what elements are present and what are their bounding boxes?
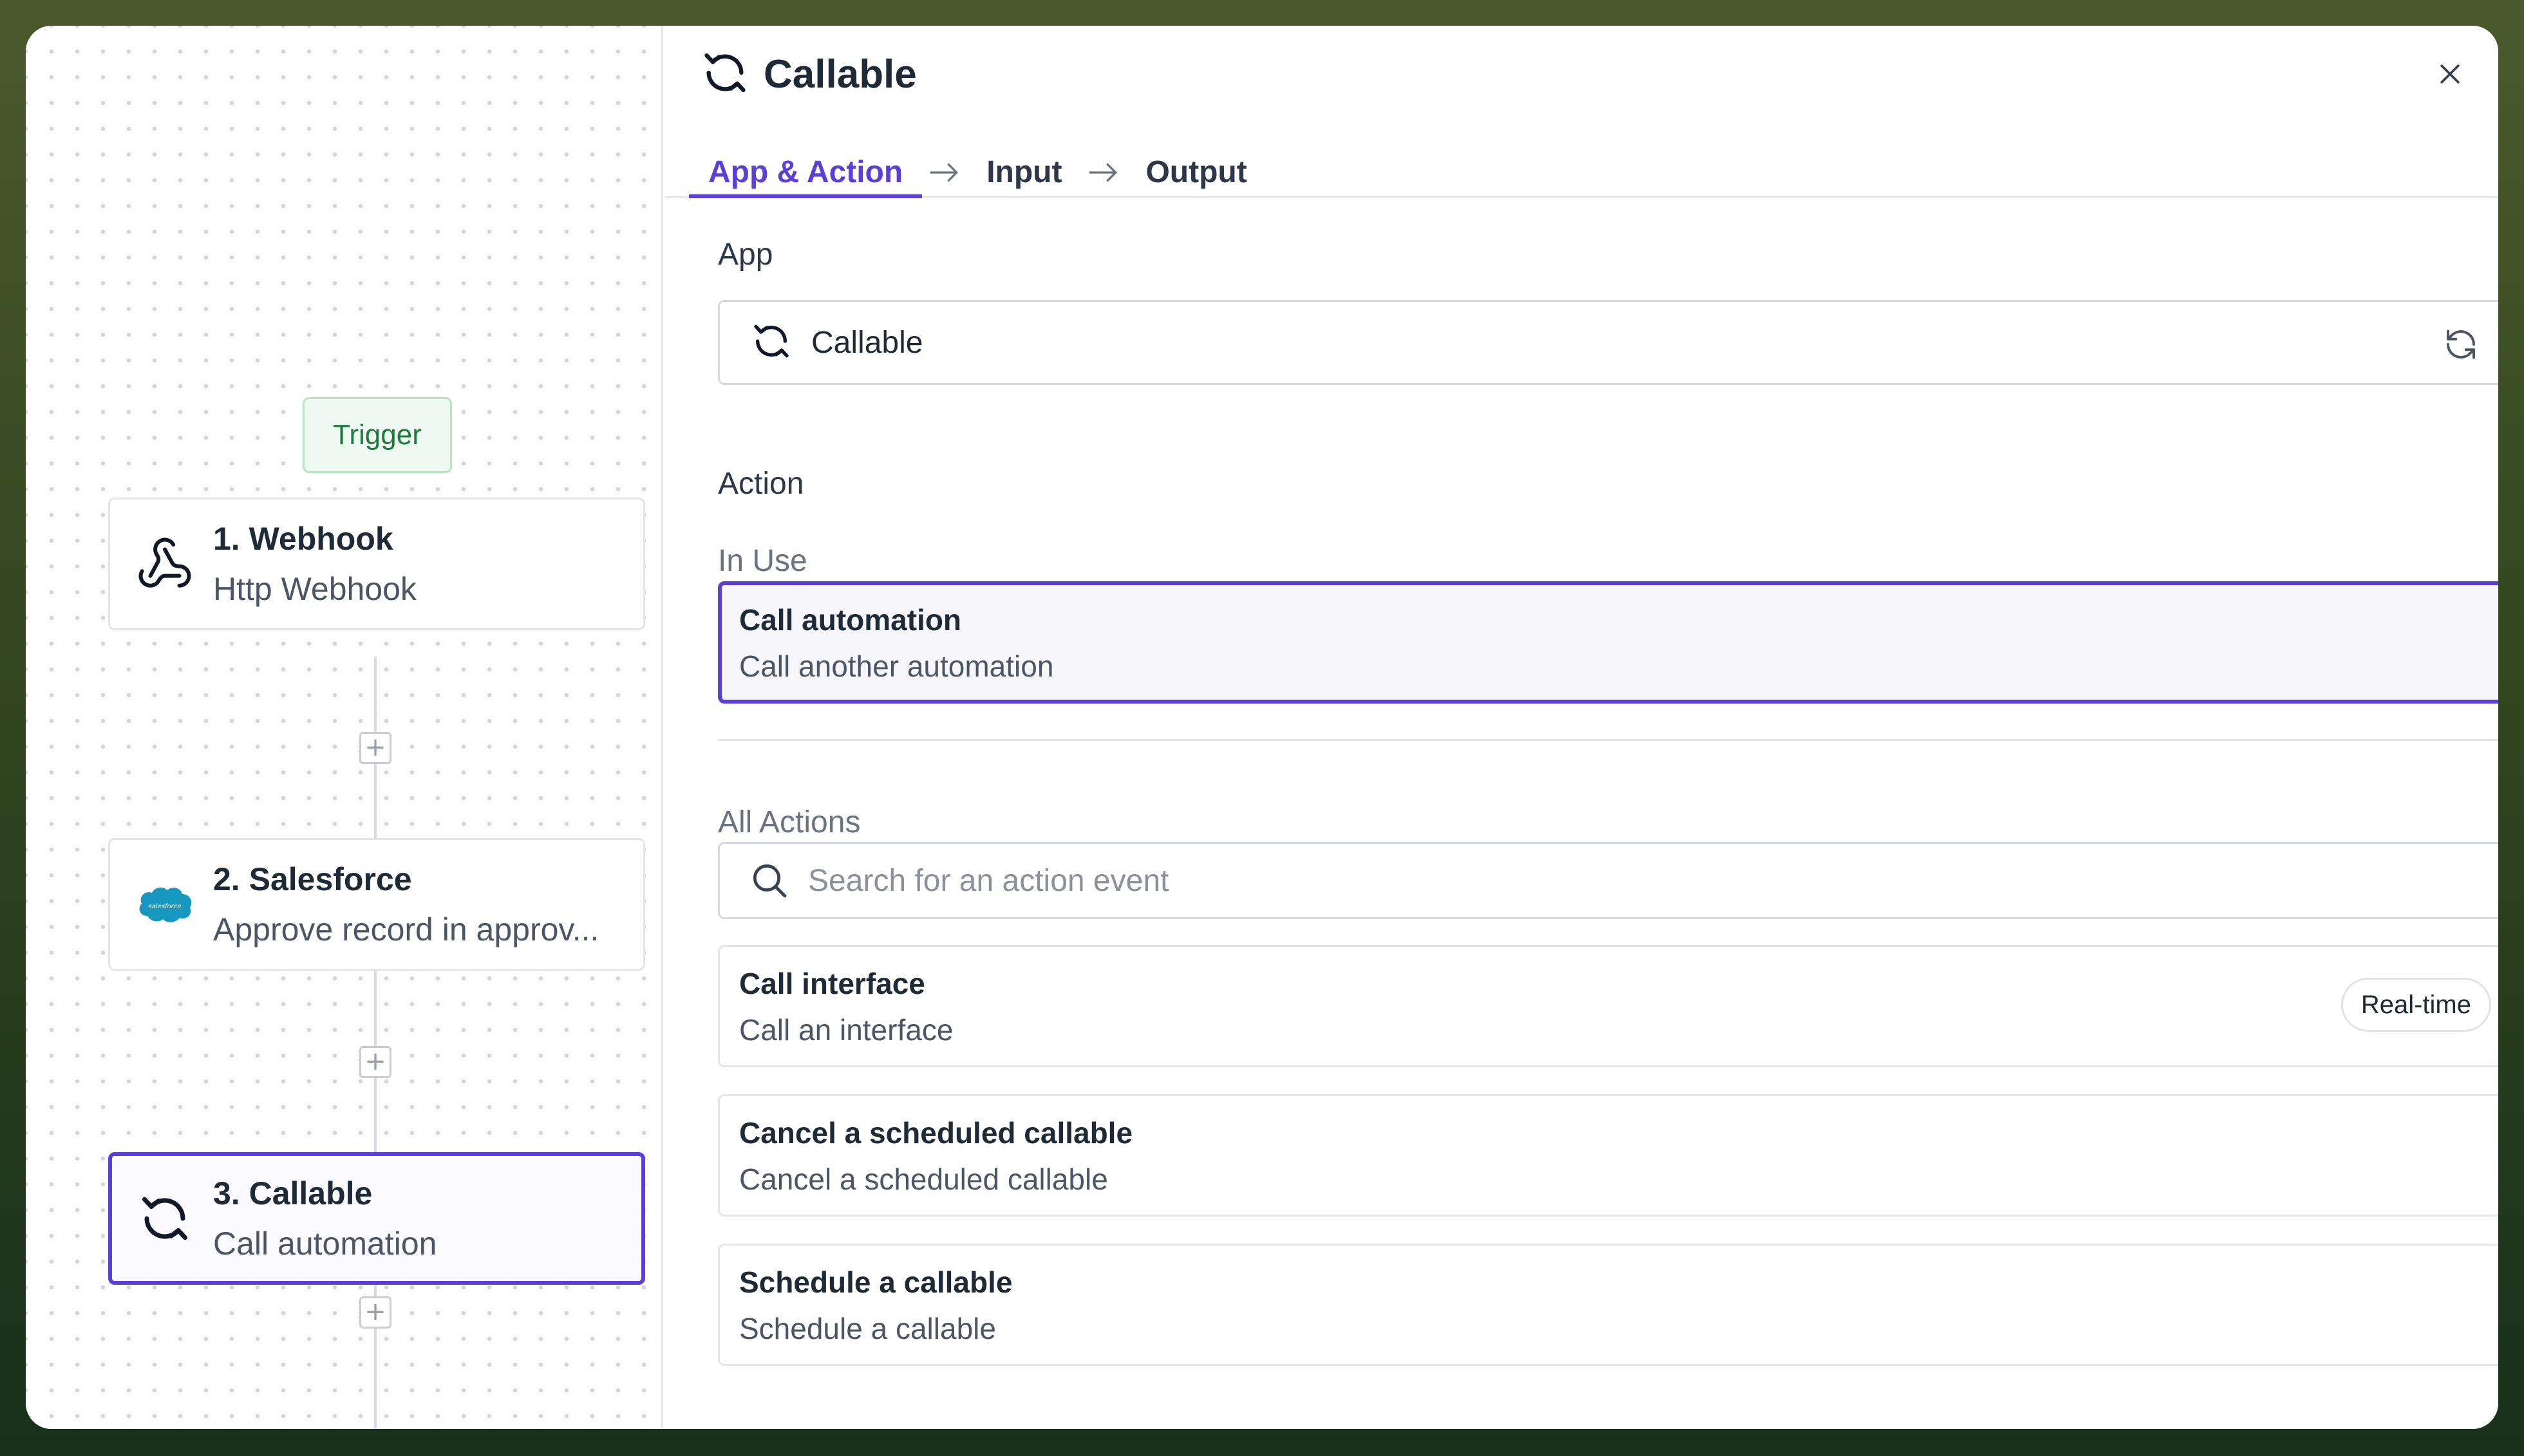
action-title: Schedule a callable <box>739 1265 1013 1299</box>
panel-title: Callable <box>764 52 917 97</box>
app-window: Trigger 1. Webhook Http Webhook + salesf… <box>26 26 2498 1429</box>
action-card-call-interface[interactable]: Call interface Call an interface Real-ti… <box>718 945 2498 1067</box>
app-section-label: App <box>718 238 773 272</box>
change-app-button[interactable] <box>2442 325 2480 364</box>
action-subtitle: Cancel a scheduled callable <box>739 1162 1108 1196</box>
trigger-label-text: Trigger <box>333 419 422 451</box>
add-step-button[interactable]: + <box>359 1296 391 1329</box>
sync-icon <box>751 321 792 365</box>
workflow-step-salesforce[interactable]: salesforce 2. Salesforce Approve record … <box>108 838 645 971</box>
app-selected-value: Callable <box>811 325 923 360</box>
step-subtitle: Call automation <box>213 1226 437 1262</box>
sync-icon <box>701 48 749 100</box>
action-subtitle: Call an interface <box>739 1013 954 1047</box>
tab-input[interactable]: Input <box>967 129 1081 198</box>
refresh-icon <box>2447 330 2475 359</box>
add-step-button[interactable]: + <box>359 732 391 764</box>
webhook-icon <box>136 535 194 593</box>
action-subtitle: Schedule a callable <box>739 1312 996 1345</box>
section-divider <box>718 739 2498 741</box>
action-card-cancel-scheduled-callable[interactable]: Cancel a scheduled callable Cancel a sch… <box>718 1094 2498 1217</box>
step-config-panel: Callable App & Action Input Output App C… <box>665 26 2498 1429</box>
action-title: Call interface <box>739 967 925 1000</box>
action-title: Cancel a scheduled callable <box>739 1116 1133 1150</box>
search-icon <box>753 864 787 898</box>
salesforce-logo: salesforce <box>136 875 194 933</box>
in-use-action-card[interactable]: Call automation Call another automation <box>718 581 2498 704</box>
step-title: 2. Salesforce <box>213 861 412 897</box>
app-selector[interactable]: Callable <box>718 300 2498 385</box>
step-subtitle: Approve record in approv... <box>213 911 599 947</box>
action-subtitle: Call another automation <box>739 649 1054 683</box>
arrow-right-icon <box>922 160 967 185</box>
tab-app-action[interactable]: App & Action <box>689 129 923 198</box>
realtime-badge: Real-time <box>2340 978 2491 1032</box>
action-search[interactable] <box>718 842 2498 919</box>
sync-icon <box>136 1190 194 1247</box>
workflow-step-webhook[interactable]: 1. Webhook Http Webhook <box>108 498 645 630</box>
close-icon <box>2440 64 2460 84</box>
all-actions-label: All Actions <box>718 805 861 839</box>
step-subtitle: Http Webhook <box>213 571 417 607</box>
close-button[interactable] <box>2431 55 2469 93</box>
step-title: 3. Callable <box>213 1175 373 1211</box>
workflow-canvas[interactable]: Trigger 1. Webhook Http Webhook + salesf… <box>26 26 663 1429</box>
add-step-button[interactable]: + <box>359 1046 391 1078</box>
action-card-schedule-callable[interactable]: Schedule a callable Schedule a callable <box>718 1244 2498 1366</box>
svg-text:salesforce: salesforce <box>149 903 182 910</box>
arrow-right-icon <box>1081 160 1126 185</box>
step-tabs: App & Action Input Output <box>689 129 1267 198</box>
trigger-label: Trigger <box>303 397 452 473</box>
action-title: Call automation <box>739 603 962 637</box>
in-use-label: In Use <box>718 544 807 578</box>
panel-header: Callable App & Action Input Output <box>665 26 2498 198</box>
tab-output[interactable]: Output <box>1126 129 1266 198</box>
workflow-step-callable[interactable]: 3. Callable Call automation <box>108 1152 645 1285</box>
action-section-label: Action <box>718 467 804 501</box>
search-input[interactable] <box>808 863 2418 899</box>
step-title: 1. Webhook <box>213 521 393 557</box>
